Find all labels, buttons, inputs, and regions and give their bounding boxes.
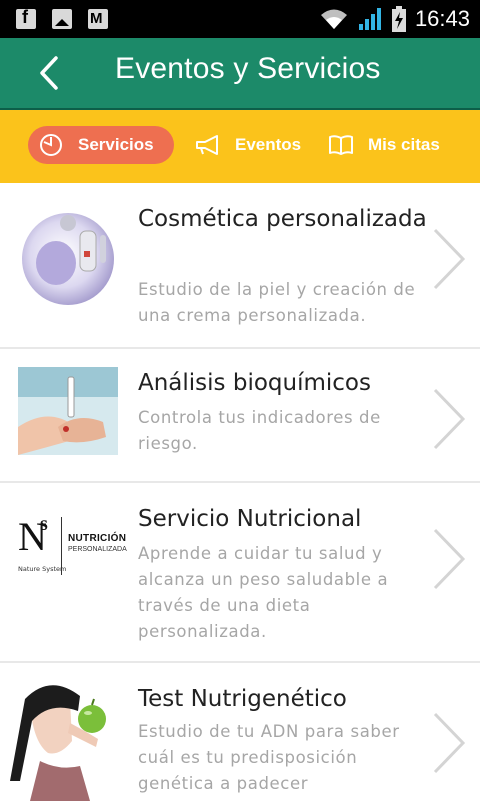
service-description: Controla tus indicadores de riesgo. — [138, 408, 381, 453]
chevron-right-icon — [433, 712, 466, 774]
tab-bar: Servicios Eventos Mis citas — [0, 108, 480, 183]
facebook-icon — [16, 7, 36, 29]
nature-system-logo: N s Nature System NUTRICIÓN PERSONALIZAD… — [18, 513, 127, 583]
book-icon — [328, 133, 354, 157]
blood-test-image — [18, 367, 118, 455]
signal-icon — [358, 8, 381, 30]
clock-icon — [38, 133, 64, 157]
image-icon — [52, 9, 72, 29]
logo-caption: Nature System — [18, 565, 67, 573]
tab-label: Eventos — [235, 135, 302, 154]
tab-mis-citas[interactable]: Mis citas — [318, 126, 440, 164]
chevron-right-icon — [433, 228, 466, 290]
service-title: Servicio Nutricional — [138, 506, 362, 532]
service-description: Estudio de la piel y creación de una cre… — [138, 280, 416, 325]
list-item-nutrigenetico[interactable]: Test Nutrigenético Estudio de tu ADN par… — [0, 663, 480, 803]
battery-icon — [391, 6, 406, 32]
megaphone-icon — [195, 133, 221, 157]
logo-sup: s — [40, 513, 48, 535]
list-item-nutricional[interactable]: N s Nature System NUTRICIÓN PERSONALIZAD… — [0, 483, 480, 663]
woman-apple-image — [10, 681, 120, 801]
app-bar: Eventos y Servicios — [0, 38, 480, 108]
service-description: Estudio de tu ADN para saber cuál es tu … — [138, 722, 400, 793]
logo-line1: NUTRICIÓN — [68, 533, 127, 544]
chevron-right-icon — [433, 388, 466, 450]
tab-label: Mis citas — [368, 135, 440, 154]
tab-servicios[interactable]: Servicios — [28, 126, 174, 164]
list-item-cosmetica[interactable]: Cosmética personalizada Estudio de la pi… — [0, 183, 480, 349]
service-description: Aprende a cuidar tu salud y alcanza un p… — [138, 544, 389, 641]
gmail-icon — [88, 9, 108, 29]
page-title: Eventos y Servicios — [115, 52, 381, 85]
chevron-right-icon — [433, 528, 466, 590]
service-title: Test Nutrigenético — [138, 686, 347, 712]
list-item-analisis[interactable]: Análisis bioquímicos Controla tus indica… — [0, 349, 480, 483]
tab-eventos[interactable]: Eventos — [185, 126, 301, 164]
wifi-icon — [320, 9, 347, 29]
status-time: 16:43 — [414, 6, 470, 31]
service-title: Cosmética personalizada — [138, 206, 427, 232]
cosmetics-device-image — [22, 213, 114, 305]
status-bar: 16:43 — [0, 0, 480, 38]
service-title: Análisis bioquímicos — [138, 370, 371, 396]
tab-label: Servicios — [78, 135, 154, 154]
back-arrow-icon[interactable] — [34, 54, 70, 92]
logo-line2: PERSONALIZADA — [68, 546, 127, 553]
